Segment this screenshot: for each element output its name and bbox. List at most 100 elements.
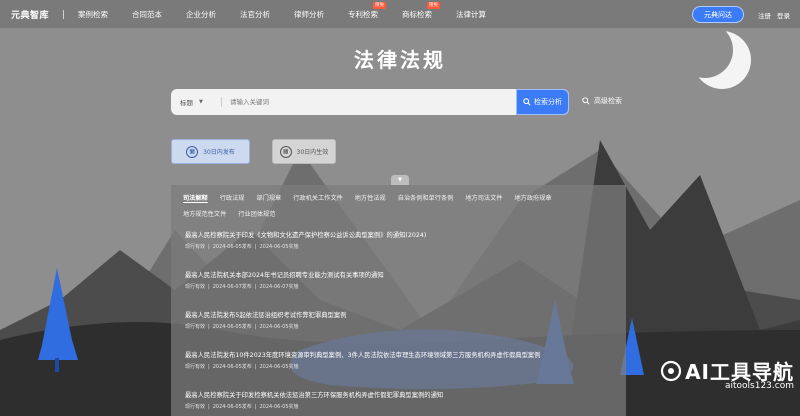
list-item[interactable]: 最高人民法院机关本部2024年书记员招聘专业能力测试有关事项的通知 现行有效 | 2… [185,270,605,290]
meta-separator: | [254,284,257,290]
status-text: 现行有效 [185,284,206,290]
document-meta: 现行有效 | 2024-06-05发布 | 2024-06-05实施 [185,243,605,250]
search-scope-label: 标题 [180,99,193,107]
search-icon [523,98,531,106]
effective-date: 2024-06-07实施 [259,284,299,290]
tab-industry-standards[interactable]: 行业团体规范 [238,209,275,218]
nav-label: 合同范本 [132,9,163,19]
tab-administrative-regulations[interactable]: 行政法规 [220,193,245,202]
advanced-search-label: 高级检索 [594,97,622,105]
search-divider [221,97,222,107]
status-text: 现行有效 [185,324,206,330]
nav-item-legal-calculator[interactable]: 法律计算 [456,9,486,20]
collapse-toggle[interactable]: ▼ [391,175,409,185]
tab-department-rules[interactable]: 部门规章 [257,193,282,202]
document-title[interactable]: 最高人民检察院关于印发检察机关依法惩治第三方环保服务机构弄虚作假犯罪典型案例的通… [185,390,605,399]
meta-separator: | [254,324,257,330]
nav-item-contract-templates[interactable]: 合同范本 [132,9,162,20]
nav-label: 企业分析 [186,9,217,19]
free-badge: 限免 [373,1,387,9]
regulations-panel: 司法解释 行政法规 部门规章 行政机关工作文件 地方性法规 自治条例和单行条例 … [171,185,626,416]
published-date: 2024-06-05发布 [212,364,252,370]
list-item[interactable]: 最高人民法院发布10件2023年度环境资源审判典型案例、3件人民法院依法审理生态… [185,350,605,370]
nav-label: 律师分析 [294,9,325,19]
search-bar: 标题 ▼ 检索分析 [171,89,569,115]
watermark-logo-icon [660,360,682,381]
tab-local-government-rules[interactable]: 地方政府规章 [515,193,552,202]
published-date: 2024-06-07发布 [212,284,252,290]
tab-local-judicial-documents[interactable]: 地方司法文件 [465,193,502,202]
chevron-down-icon: ▼ [398,177,402,183]
published-date: 2024-06-05发布 [212,324,252,330]
document-meta: 现行有效 | 2024-06-05发布 | 2024-06-05实施 [185,363,605,370]
tab-judicial-interpretation[interactable]: 司法解释 [183,193,208,202]
meta-separator: | [254,244,257,250]
effective-date: 2024-06-05实施 [259,324,299,330]
nav-item-patent-search[interactable]: 专利检索 限免 [348,1,387,20]
chevron-down-icon: ▼ [199,99,203,105]
nav-item-case-search[interactable]: 案例检索 [78,9,108,20]
effective-date: 2024-06-05实施 [259,364,299,370]
nav-label: 商标检索 [402,9,433,19]
filter-last30-effective[interactable]: ▦ 30日内生效 [272,139,336,164]
nav-label: 法官分析 [240,9,271,19]
ask-assistant-button[interactable]: 元典问达 [692,6,744,23]
meta-separator: | [254,364,257,370]
logo[interactable]: 元典智库 [11,8,49,21]
meta-separator: | [208,364,210,370]
list-item[interactable]: 最高人民检察院关于印发检察机关依法惩治第三方环保服务机构弄虚作假犯罪典型案例的通… [185,390,605,410]
filter-label: 30日内发布 [203,149,235,156]
free-badge: 限免 [427,1,441,9]
document-title[interactable]: 最高人民法院发布10件2023年度环境资源审判典型案例、3件人民法院依法审理生态… [185,350,605,359]
document-meta: 现行有效 | 2024-06-05发布 | 2024-06-05实施 [185,323,605,330]
document-title[interactable]: 最高人民法院机关本部2024年书记员招聘专业能力测试有关事项的通知 [185,270,605,279]
effective-date: 2024-06-05实施 [259,404,299,410]
meta-separator: | [208,284,210,290]
page-title: 法律法规 [354,48,446,72]
watermark-url: aitools123.com [724,381,794,391]
document-title[interactable]: 最高人民检察院关于印发《文物和文化遗产保护检察公益诉讼典型案例》的通知(2024… [185,230,605,239]
tab-autonomous-regulations[interactable]: 自治条例和单行条例 [398,193,454,202]
nav-item-trademark-search[interactable]: 商标检索 限免 [402,1,441,20]
document-meta: 现行有效 | 2024-06-07发布 | 2024-06-07实施 [185,283,605,290]
status-text: 现行有效 [185,364,206,370]
advanced-search-icon [582,97,590,105]
document-title[interactable]: 最高人民法院发布5起依法惩治组织考试作弊犯罪典型案例 [185,310,605,319]
advanced-search-link[interactable]: 高级检索 [582,96,622,106]
category-tabs: 司法解释 行政法规 部门规章 行政机关工作文件 地方性法规 自治条例和单行条例 … [171,185,626,218]
meta-separator: | [208,244,210,250]
tab-agency-documents[interactable]: 行政机关工作文件 [293,193,343,202]
tab-local-regulations[interactable]: 地方性法规 [355,193,386,202]
nav-item-company-analysis[interactable]: 企业分析 [186,9,216,20]
nav-label: 法律计算 [456,9,487,19]
nav-right: 元典问达 注册 登录 [692,6,790,23]
published-date: 2024-06-05发布 [212,404,252,410]
login-link[interactable]: 登录 [777,10,790,20]
calendar-icon: ▦ [186,145,199,158]
meta-separator: | [254,404,257,410]
document-meta: 现行有效 | 2024-06-05发布 | 2024-06-05实施 [185,403,605,410]
filter-last30-published[interactable]: ▦ 30日内发布 [171,139,250,164]
effective-date: 2024-06-05实施 [259,244,299,250]
tab-local-normative-documents[interactable]: 地方规范性文件 [183,209,226,218]
filter-label: 30日内生效 [296,149,329,156]
meta-separator: | [208,404,210,410]
nav-item-judge-analysis[interactable]: 法官分析 [240,9,270,20]
search-button-label: 检索分析 [534,98,562,106]
published-date: 2024-06-05发布 [212,244,252,250]
watermark: AI工具导航 aitools123.com [660,356,794,391]
nav-item-lawyer-analysis[interactable]: 律师分析 [294,9,324,20]
document-list: 最高人民检察院关于印发《文物和文化遗产保护检察公益诉讼典型案例》的通知(2024… [185,230,605,416]
nav-label: 专利检索 [348,9,379,19]
top-nav: 元典智库 案例检索 合同范本 企业分析 法官分析 律师分析 专利检索 限免 商标检… [0,0,800,28]
search-scope-select[interactable]: 标题 ▼ [171,97,213,107]
list-item[interactable]: 最高人民检察院关于印发《文物和文化遗产保护检察公益诉讼典型案例》的通知(2024… [185,230,605,250]
register-link[interactable]: 注册 [758,10,771,20]
status-text: 现行有效 [185,244,206,250]
nav-divider [63,9,65,19]
nav-label: 案例检索 [78,9,109,19]
calendar-icon: ▦ [279,145,292,158]
meta-separator: | [208,324,210,330]
search-analysis-button[interactable]: 检索分析 [516,89,569,115]
list-item[interactable]: 最高人民法院发布5起依法惩治组织考试作弊犯罪典型案例 现行有效 | 2024-06-… [185,310,605,330]
